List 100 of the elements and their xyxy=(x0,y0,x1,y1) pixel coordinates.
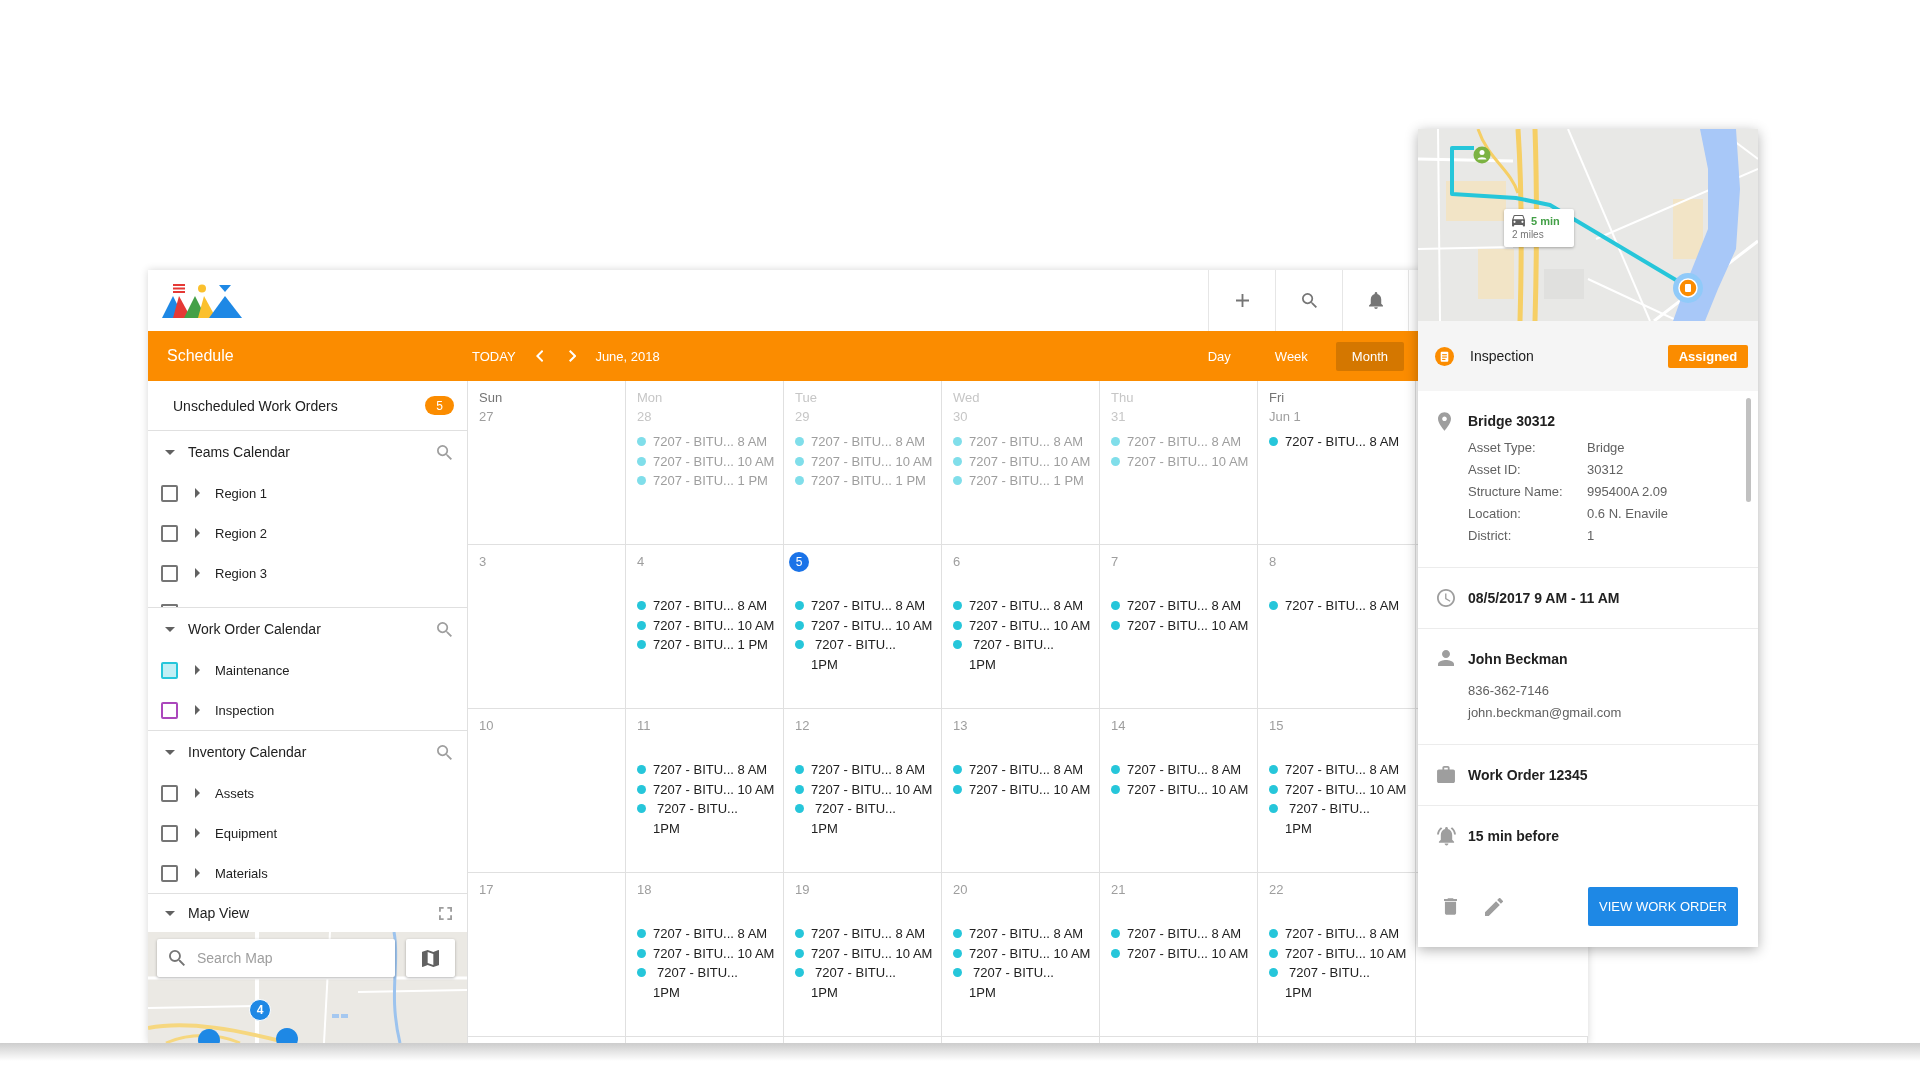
fullscreen-icon[interactable] xyxy=(439,906,452,920)
calendar-event[interactable]: 7207 - BITU... 10 AM xyxy=(795,779,933,799)
calendar-event[interactable]: 7207 - BITU... 8 AM xyxy=(1269,760,1400,780)
caret-right-icon[interactable] xyxy=(195,705,200,715)
calendar-day[interactable]: 11 7207 - BITU... 8 AM 7207 - BITU... 10 AM 7207 - BITU... 1PM xyxy=(626,709,784,873)
calendar-day[interactable]: 20 7207 - BITU... 8 AM 7207 - BITU... 10 AM 7207 - BITU... 1PM xyxy=(942,873,1100,1037)
calendar-label[interactable]: Assets xyxy=(215,785,254,801)
calendar-label[interactable]: Maintenance xyxy=(215,662,290,678)
calendar-event[interactable]: 7207 - BITU... 8 AM xyxy=(637,596,768,616)
calendar-day[interactable]: 8 7207 - BITU... 8 AM xyxy=(1258,545,1416,709)
search-icon[interactable] xyxy=(437,621,452,637)
caret-right-icon[interactable] xyxy=(195,528,200,538)
calendar-event[interactable]: 7207 - BITU... 1PM xyxy=(953,963,1054,1002)
calendar-event[interactable]: 7207 - BITU... 1PM xyxy=(1269,963,1370,1002)
calendar-event[interactable]: 7207 - BITU... 10 AM xyxy=(1111,943,1249,963)
calendar-label[interactable]: Inspection xyxy=(215,702,275,718)
chevron-left-icon[interactable] xyxy=(535,350,543,362)
search-field[interactable]: Search Map xyxy=(157,939,395,977)
calendar-event[interactable]: 7207 - BITU... 8 AM xyxy=(953,760,1084,780)
calendar-event[interactable]: 7207 - BITU... 8 AM xyxy=(1111,760,1242,780)
person-marker-icon[interactable] xyxy=(1473,146,1491,164)
calendar-day[interactable]: 22 7207 - BITU... 8 AM 7207 - BITU... 10 AM 7207 - BITU... 1PM xyxy=(1258,873,1416,1037)
checkbox[interactable] xyxy=(161,604,178,607)
calendar-event[interactable]: 7207 - BITU... 8 AM xyxy=(795,924,926,944)
calendar-event[interactable]: 7207 - BITU... 8 AM xyxy=(795,760,926,780)
calendar-event[interactable]: 7207 - BITU... 1PM xyxy=(637,799,738,838)
checkbox[interactable] xyxy=(161,564,178,582)
calendar-event[interactable]: 7207 - BITU... 1PM xyxy=(1269,799,1370,838)
calendar-event[interactable]: 7207 - BITU... 1PM xyxy=(795,963,896,1002)
unscheduled-work-orders-item[interactable]: Unscheduled Work Orders 5 xyxy=(148,381,467,431)
checkbox[interactable] xyxy=(161,701,178,719)
caret-right-icon[interactable] xyxy=(195,568,200,578)
section-header[interactable]: Inventory Calendar xyxy=(188,744,307,760)
checkbox[interactable] xyxy=(161,661,178,679)
calendar-day[interactable]: 21 7207 - BITU... 8 AM 7207 - BITU... 10 AM xyxy=(1100,873,1258,1037)
caret-right-icon[interactable] xyxy=(195,828,200,838)
calendar-event[interactable]: 7207 - BITU... 8 AM xyxy=(637,760,768,780)
trash-icon[interactable] xyxy=(1444,898,1457,915)
calendar-event[interactable]: 7207 - BITU... 1PM xyxy=(637,963,738,1002)
caret-right-icon[interactable] xyxy=(195,788,200,798)
calendar-event[interactable]: 7207 - BITU... 1 PM xyxy=(637,635,768,655)
calendar-day[interactable]: Fri Jun 1 7207 - BITU... 8 AM xyxy=(1258,381,1416,545)
calendar-event[interactable]: 7207 - BITU... 8 AM xyxy=(953,924,1084,944)
calendar-event[interactable]: 7207 - BITU... 10 AM xyxy=(637,615,775,635)
calendar-label[interactable]: Region 3 xyxy=(215,565,268,581)
chevron-right-icon[interactable] xyxy=(569,350,577,362)
calendar-event[interactable]: 7207 - BITU... 10 AM xyxy=(637,943,775,963)
section-header[interactable]: Map View xyxy=(188,905,250,921)
calendar-day[interactable]: 18 7207 - BITU... 8 AM 7207 - BITU... 10 AM 7207 - BITU... 1PM xyxy=(626,873,784,1037)
caret-down-icon[interactable] xyxy=(165,626,175,632)
calendar-label[interactable]: Materials xyxy=(215,865,268,881)
calendar-event[interactable]: 7207 - BITU... 1PM xyxy=(795,635,896,674)
caret-right-icon[interactable] xyxy=(195,665,200,675)
map-type-button[interactable] xyxy=(406,939,455,977)
checkbox[interactable] xyxy=(161,524,178,542)
calendar-event[interactable]: 7207 - BITU... 10 AM xyxy=(1111,615,1249,635)
caret-down-icon[interactable] xyxy=(165,749,175,755)
calendar-day[interactable]: 4 7207 - BITU... 8 AM 7207 - BITU... 10 AM 7207 - BITU... 1 PM xyxy=(626,545,784,709)
checkbox[interactable] xyxy=(161,864,178,882)
calendar-day[interactable]: 15 7207 - BITU... 8 AM 7207 - BITU... 10 AM 7207 - BITU... 1PM xyxy=(1258,709,1416,873)
calendar-event[interactable]: 7207 - BITU... 1PM xyxy=(795,799,896,838)
calendar-event[interactable]: 7207 - BITU... 8 AM xyxy=(1269,924,1400,944)
calendar-day[interactable]: 14 7207 - BITU... 8 AM 7207 - BITU... 10 AM xyxy=(1100,709,1258,873)
calendar-event[interactable]: 7207 - BITU... 10 AM xyxy=(795,943,933,963)
checkbox[interactable] xyxy=(161,784,178,802)
section-header[interactable]: Work Order Calendar xyxy=(188,621,321,637)
calendar-event[interactable]: 7207 - BITU... 10 AM xyxy=(637,779,775,799)
calendar-event[interactable]: 7207 - BITU... 8 AM xyxy=(1269,432,1400,452)
calendar-event[interactable]: 7207 - BITU... 10 AM xyxy=(795,615,933,635)
calendar-day[interactable]: 6 7207 - BITU... 8 AM 7207 - BITU... 10 AM 7207 - BITU... 1PM xyxy=(942,545,1100,709)
calendar-event[interactable]: 7207 - BITU... 8 AM xyxy=(1269,596,1400,616)
calendar-event[interactable]: 7207 - BITU... 10 AM xyxy=(1269,779,1407,799)
calendar-label[interactable]: Region 1 xyxy=(215,485,268,501)
calendar-event[interactable]: 7207 - BITU... 8 AM xyxy=(637,924,768,944)
calendar-event[interactable]: 7207 - BITU... 10 AM xyxy=(953,943,1091,963)
calendar-day[interactable]: 7 7207 - BITU... 8 AM 7207 - BITU... 10 AM xyxy=(1100,545,1258,709)
calendar-event[interactable]: 7207 - BITU... 10 AM xyxy=(953,779,1091,799)
calendar-label[interactable]: Equipment xyxy=(215,825,278,841)
calendar-event[interactable]: 7207 - BITU... 10 AM xyxy=(1269,943,1407,963)
scrollbar[interactable] xyxy=(1746,398,1751,502)
calendar-event[interactable]: 7207 - BITU... 8 AM xyxy=(795,596,926,616)
calendar-day[interactable]: Sun 27 xyxy=(468,381,626,545)
calendar-label[interactable]: Region 2 xyxy=(215,525,268,541)
calendar-day[interactable]: 12 7207 - BITU... 8 AM 7207 - BITU... 10 AM 7207 - BITU... 1PM xyxy=(784,709,942,873)
caret-right-icon[interactable] xyxy=(195,868,200,878)
calendar-event[interactable]: 7207 - BITU... 10 AM xyxy=(953,615,1091,635)
map-marker-icon[interactable] xyxy=(198,1029,220,1043)
section-header[interactable]: Teams Calendar xyxy=(188,444,290,460)
destination-marker-icon[interactable] xyxy=(1673,273,1703,303)
caret-down-icon[interactable] xyxy=(165,910,175,916)
calendar-day[interactable]: 19 7207 - BITU... 8 AM 7207 - BITU... 10 AM 7207 - BITU... 1PM xyxy=(784,873,942,1037)
calendar-day[interactable]: 5 7207 - BITU... 8 AM 7207 - BITU... 10 AM 7207 - BITU... 1PM xyxy=(784,545,942,709)
calendar-event[interactable]: 7207 - BITU... 8 AM xyxy=(1111,596,1242,616)
map-marker-icon[interactable] xyxy=(276,1028,298,1043)
calendar-event[interactable]: 7207 - BITU... 8 AM xyxy=(1111,924,1242,944)
search-icon[interactable] xyxy=(437,444,452,460)
view-work-order-button[interactable]: VIEW WORK ORDER xyxy=(1588,887,1738,926)
calendar-event[interactable]: 7207 - BITU... 1PM xyxy=(953,635,1054,674)
calendar-event[interactable]: 7207 - BITU... 8 AM xyxy=(953,596,1084,616)
checkbox[interactable] xyxy=(161,484,178,502)
